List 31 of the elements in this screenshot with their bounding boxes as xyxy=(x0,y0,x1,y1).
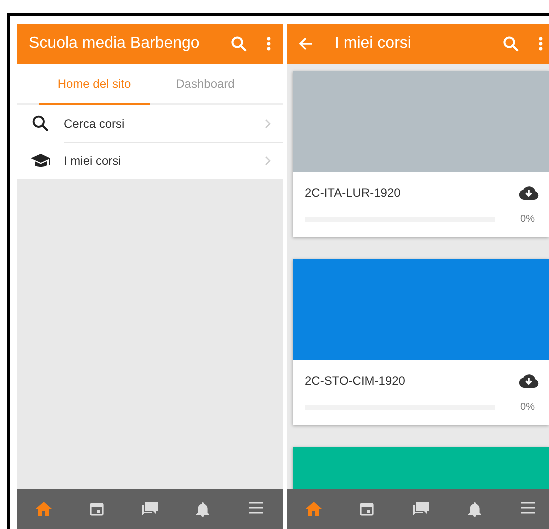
menu-item-label: Cerca corsi xyxy=(64,116,126,130)
search-icon[interactable] xyxy=(231,36,247,52)
more-icon[interactable] xyxy=(539,37,543,51)
cloud-download-icon[interactable] xyxy=(519,374,539,388)
menu-icon[interactable] xyxy=(521,502,536,514)
cloud-download-icon[interactable] xyxy=(519,186,539,200)
back-arrow-icon[interactable] xyxy=(299,37,313,51)
course-title[interactable]: 2C-STO-CIM-1920 xyxy=(305,374,406,388)
menu-item[interactable]: Cerca corsi xyxy=(17,105,283,142)
calendar-icon[interactable] xyxy=(360,502,374,516)
progress-percent: 0% xyxy=(520,214,535,225)
bell-icon[interactable] xyxy=(468,502,482,517)
more-icon[interactable] xyxy=(267,37,271,51)
home-icon[interactable] xyxy=(306,502,322,516)
chat-bubbles-icon[interactable] xyxy=(412,502,430,517)
menu-item-label: I miei corsi xyxy=(64,154,122,168)
app-title: I miei corsi xyxy=(335,35,412,53)
chat-bubbles-icon[interactable] xyxy=(141,502,158,517)
menu-item[interactable]: I miei corsi xyxy=(17,142,283,179)
progress-percent: 0% xyxy=(520,402,535,413)
home-icon[interactable] xyxy=(36,502,52,516)
menu-icon[interactable] xyxy=(249,502,264,514)
search-icon xyxy=(32,115,49,132)
course-title[interactable]: 2C-ITA-LUR-1920 xyxy=(305,186,401,200)
app-title: Scuola media Barbengo xyxy=(29,35,201,53)
chevron-right-icon xyxy=(265,156,271,166)
search-icon[interactable] xyxy=(503,36,519,52)
chevron-right-icon xyxy=(265,118,271,128)
bell-icon[interactable] xyxy=(196,502,210,517)
calendar-icon[interactable] xyxy=(90,502,104,516)
graduation-cap-icon xyxy=(30,154,50,168)
